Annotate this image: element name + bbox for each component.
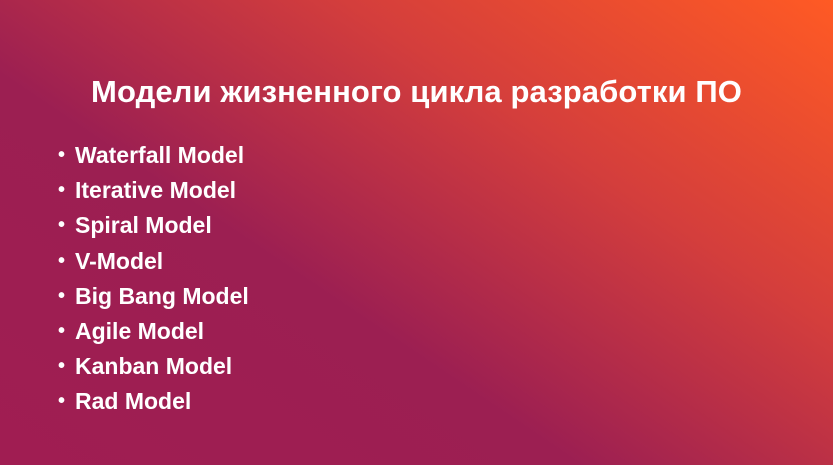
bullet-icon: • — [58, 214, 66, 237]
list-item: • Kanban Model — [58, 349, 249, 384]
bullet-icon: • — [58, 249, 66, 272]
model-list: • Waterfall Model • Iterative Model • Sp… — [58, 138, 249, 420]
list-item: • Agile Model — [58, 314, 249, 349]
list-item: • Big Bang Model — [58, 279, 249, 314]
list-item: • Iterative Model — [58, 173, 249, 208]
list-item-label: Spiral Model — [75, 212, 212, 239]
bullet-icon: • — [58, 355, 66, 378]
list-item: • Spiral Model — [58, 208, 249, 243]
bullet-icon: • — [58, 390, 66, 413]
bullet-icon: • — [58, 320, 66, 343]
list-item-label: Kanban Model — [75, 353, 233, 380]
list-item: • V-Model — [58, 244, 249, 279]
slide-title: Модели жизненного цикла разработки ПО — [91, 74, 742, 109]
bullet-icon: • — [58, 179, 66, 202]
list-item-label: Iterative Model — [75, 177, 237, 204]
list-item: • Rad Model — [58, 384, 249, 419]
list-item-label: Big Bang Model — [75, 282, 249, 309]
bullet-icon: • — [58, 144, 66, 167]
bullet-icon: • — [58, 284, 66, 307]
list-item-label: Rad Model — [75, 388, 192, 415]
slide-background: Модели жизненного цикла разработки ПО • … — [0, 0, 833, 465]
list-item-label: Agile Model — [75, 318, 205, 345]
list-item-label: Waterfall Model — [75, 142, 245, 169]
list-item-label: V-Model — [75, 247, 164, 274]
list-item: • Waterfall Model — [58, 138, 249, 173]
